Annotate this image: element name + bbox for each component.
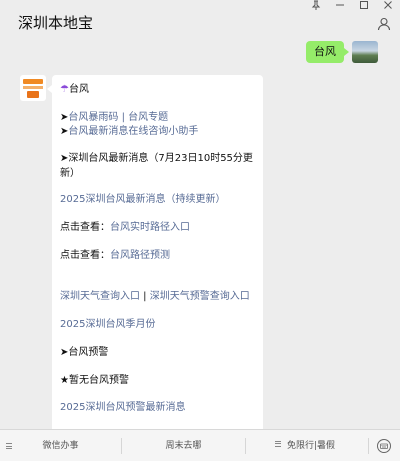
menu-item-wechat-affairs[interactable]: 微信办事 xyxy=(0,430,121,461)
keyboard-icon[interactable] xyxy=(376,438,392,454)
menu-item-no-restriction[interactable]: 免限行|暑假 xyxy=(246,430,368,461)
assistant-link[interactable]: 台风最新消息在线咨询小助手 xyxy=(68,126,198,137)
account-avatar[interactable] xyxy=(20,75,46,101)
chat-title: 深圳本地宝 xyxy=(18,14,94,32)
menu-item-weekend[interactable]: 周末去哪 xyxy=(122,430,245,461)
window-controls xyxy=(304,0,400,16)
user-avatar[interactable] xyxy=(352,41,378,63)
pin-icon[interactable] xyxy=(304,0,328,14)
typhoon-topic-link[interactable]: 台风专题 xyxy=(128,112,168,123)
menu-icon xyxy=(274,440,283,447)
menu-divider xyxy=(368,438,369,454)
warning-2025-link[interactable]: 2025深圳台风预警最新消息 xyxy=(60,400,185,415)
minimize-icon[interactable] xyxy=(328,0,352,14)
realtime-path-link[interactable]: 台风实时路径入口 xyxy=(110,222,190,233)
umbrella-icon: ☂ xyxy=(60,84,69,95)
rain-code-link[interactable]: 台风暴雨码 xyxy=(68,112,118,123)
warning-heading: ➤台风预警 xyxy=(60,347,109,358)
outgoing-message: 台风 xyxy=(306,41,378,63)
season-months-link[interactable]: 2025深圳台风季月份 xyxy=(60,317,155,332)
close-icon[interactable] xyxy=(376,0,400,14)
realtime-path-line: 点击查看：台风实时路径入口 xyxy=(60,222,190,233)
path-forecast-link[interactable]: 台风路径预测 xyxy=(110,250,170,261)
maximize-icon[interactable] xyxy=(352,0,376,14)
heading-text: 台风 xyxy=(68,84,89,95)
person-icon[interactable] xyxy=(376,16,392,32)
title-bar: 深圳本地宝 xyxy=(0,0,400,40)
outgoing-bubble[interactable]: 台风 xyxy=(306,41,349,63)
weather-links-line: 深圳天气查询入口 | 深圳天气预警查询入口 xyxy=(60,291,250,302)
warning-query-link[interactable]: 深圳天气预警查询入口 xyxy=(150,291,250,302)
weather-query-link[interactable]: 深圳天气查询入口 xyxy=(60,291,140,302)
latest-2025-link[interactable]: 2025深圳台风最新消息（持续更新） xyxy=(60,192,225,207)
bottom-menu-bar: 微信办事 周末去哪 免限行|暑假 xyxy=(0,429,400,461)
no-warning-text: ★暂无台风预警 xyxy=(60,375,129,386)
links-line-1: ➤台风暴雨码 | 台风专题 xyxy=(60,112,169,123)
incoming-bubble: ☂台风 ➤台风暴雨码 | 台风专题 ➤台风最新消息在线咨询小助手 ➤深圳台风最新… xyxy=(47,75,263,435)
heading-line: ☂台风 xyxy=(60,82,89,97)
path-forecast-line: 点击查看：台风路径预测 xyxy=(60,250,170,261)
latest-news-text: ➤深圳台风最新消息（7月23日10时55分更新） xyxy=(60,153,253,179)
links-line-2: ➤台风最新消息在线咨询小助手 xyxy=(60,126,199,137)
